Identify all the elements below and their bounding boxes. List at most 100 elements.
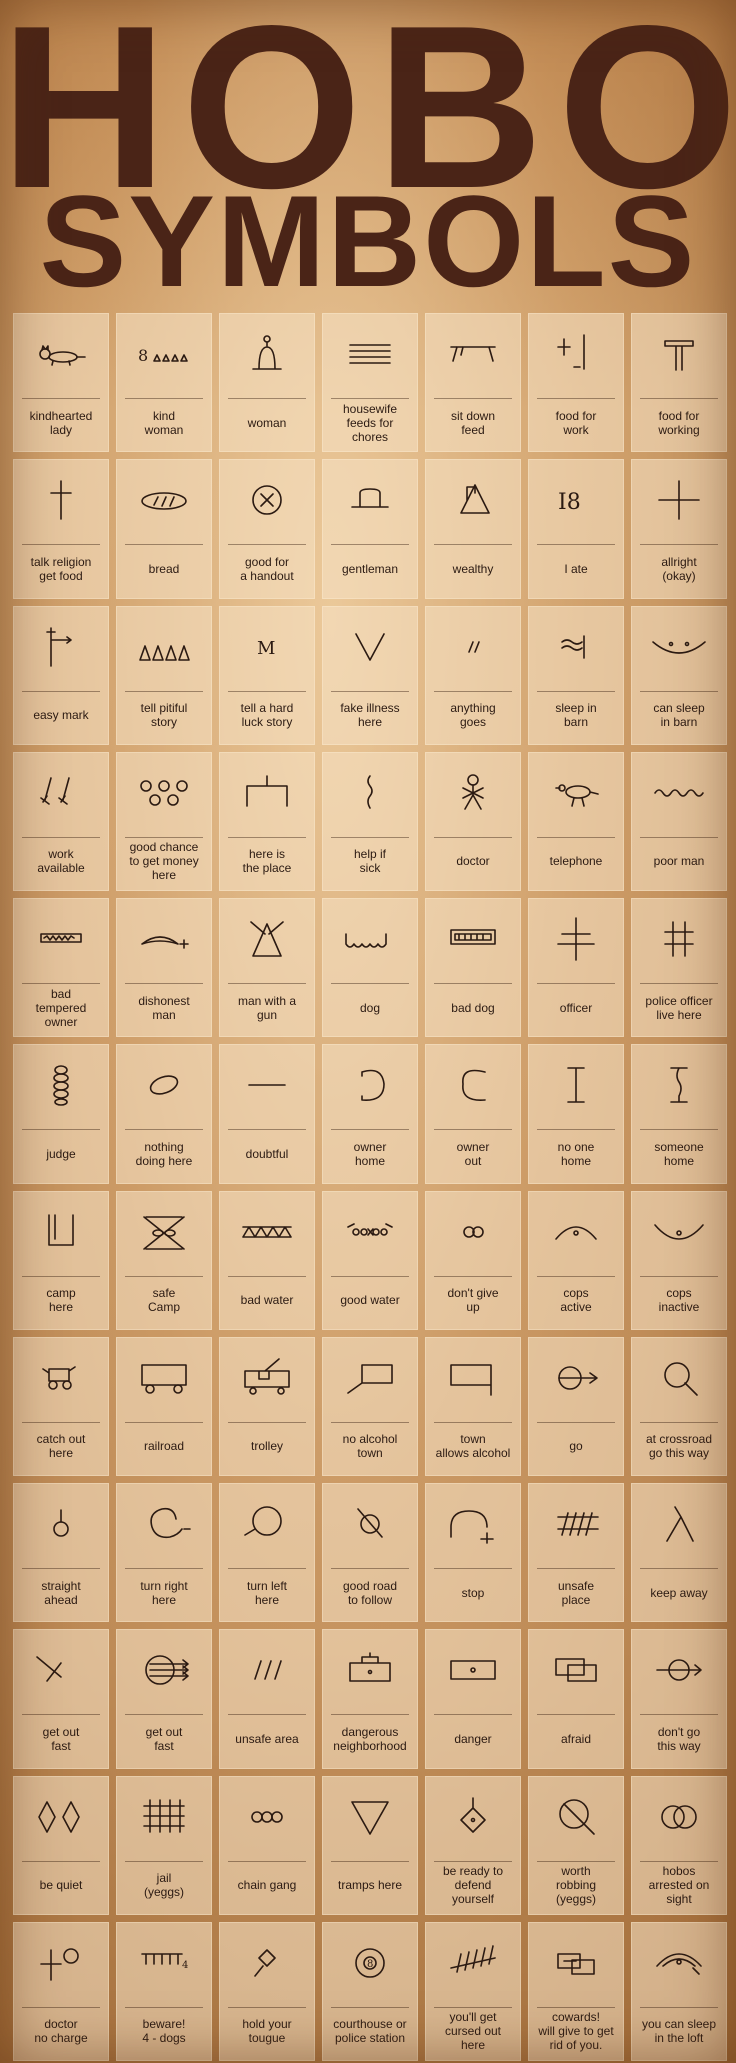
card-divider <box>640 398 718 399</box>
symbol-label: bad water <box>240 1293 294 1308</box>
symbol-label: sleep in barn <box>555 701 597 730</box>
symbol-card: turn right here <box>116 1483 212 1623</box>
symbol-card: safe Camp <box>116 1190 212 1330</box>
symbol-card: good chance to get money here <box>116 751 212 891</box>
circle-arrows-icon <box>117 1638 211 1702</box>
card-divider <box>22 1860 100 1862</box>
squiggle-vertical-icon <box>323 761 417 825</box>
card-divider <box>125 690 203 692</box>
circle-x-icon <box>220 468 314 532</box>
card-divider <box>331 1129 409 1131</box>
circle-tail-icon <box>632 1346 726 1410</box>
oval-icon <box>117 1053 211 1117</box>
cross-circle-icon <box>14 1931 108 1995</box>
symbol-label: worth robbing (yeggs) <box>555 1864 597 1907</box>
symbol-label: here is the place <box>242 847 292 876</box>
symbol-label: safe Camp <box>147 1286 180 1315</box>
symbol-label: good for a handout <box>240 554 294 583</box>
symbol-card: doubtful <box>219 1044 315 1184</box>
symbol-card: woman <box>219 313 315 453</box>
symbol-label: turn left here <box>246 1578 288 1607</box>
symbol-label: bad dog <box>451 1000 495 1015</box>
symbol-card: here is the place <box>219 751 315 891</box>
symbol-card: be quiet <box>13 1775 109 1915</box>
card-divider <box>434 690 512 692</box>
symbol-card: afraid <box>528 1629 624 1769</box>
card-divider <box>125 836 203 838</box>
card-divider <box>228 1129 306 1131</box>
card-divider <box>228 544 306 546</box>
card-divider <box>537 544 615 546</box>
box-slash-icon <box>323 1346 417 1410</box>
symbol-card: owner home <box>322 1044 418 1184</box>
c-shape-icon <box>426 1053 520 1117</box>
symbol-label: telephone <box>549 854 603 869</box>
plus-icon <box>632 468 726 532</box>
arc-dot-icon <box>529 1200 623 1264</box>
symbol-card: go <box>528 1336 624 1476</box>
svg-text:I8: I8 <box>558 490 581 515</box>
post-arrow-icon <box>14 615 108 679</box>
circle-stem-icon <box>14 1492 108 1556</box>
card-divider <box>434 983 512 984</box>
bars-grid-icon <box>117 1785 211 1849</box>
symbol-label: camp here <box>46 1286 76 1315</box>
symbol-card: dangerous neighborhood <box>322 1629 418 1769</box>
card-divider <box>640 2006 718 2008</box>
symbol-card: get out fast <box>13 1629 109 1769</box>
card-divider <box>228 1714 306 1716</box>
bird-icon <box>529 761 623 825</box>
symbol-card: turn left here <box>219 1483 315 1623</box>
four-triangles-icon <box>117 615 211 679</box>
svg-text:8: 8 <box>138 346 148 365</box>
symbol-card: catch out here <box>13 1336 109 1476</box>
symbol-label: kindhearted lady <box>29 408 93 437</box>
symbol-card: telephone <box>528 751 624 891</box>
card-divider <box>228 983 306 984</box>
symbol-label: owner home <box>353 1139 387 1168</box>
card-divider <box>331 544 409 546</box>
symbol-card: don't give up <box>425 1190 521 1330</box>
symbol-label: afraid <box>560 1731 592 1746</box>
ring-left-icon <box>220 1492 314 1556</box>
symbol-card: no one home <box>528 1044 624 1184</box>
symbol-card: help if sick <box>322 751 418 891</box>
three-rings-icon <box>220 1785 314 1849</box>
target-icon: 8 <box>323 1931 417 1995</box>
symbol-card: worth robbing (yeggs) <box>528 1775 624 1915</box>
symbol-label: jail (yeggs) <box>143 1871 184 1900</box>
symbol-label: bad tempered owner <box>35 986 87 1029</box>
symbol-card: fake illness here <box>322 605 418 745</box>
box-dot-icon <box>426 1638 520 1702</box>
card-divider <box>125 544 203 546</box>
hash-icon <box>632 907 726 971</box>
symbol-label: help if sick <box>353 847 387 876</box>
card-divider <box>331 690 409 692</box>
double-slash-icon <box>426 615 520 679</box>
symbol-card: work available <box>13 751 109 891</box>
i-beam-curved-icon <box>632 1053 726 1117</box>
symbol-card: poor man <box>631 751 727 891</box>
symbol-card: get out fast <box>116 1629 212 1769</box>
card-divider <box>537 983 615 984</box>
card-divider <box>228 398 306 399</box>
symbol-card: 4 beware! 4 - dogs <box>116 1921 212 2061</box>
lambda-icon <box>632 1492 726 1556</box>
symbol-label: someone home <box>654 1139 704 1168</box>
symbol-card: you can sleep in the loft <box>631 1921 727 2061</box>
symbol-label: doctor no charge <box>34 2017 88 2046</box>
symbol-card: dog <box>322 898 418 1038</box>
symbol-card: straight ahead <box>13 1483 109 1623</box>
symbol-card: cops inactive <box>631 1190 727 1330</box>
card-divider <box>434 544 512 546</box>
card-divider <box>640 983 718 984</box>
symbol-card: jail (yeggs) <box>116 1775 212 1915</box>
card-divider <box>434 398 512 399</box>
coil-icon <box>14 1053 108 1117</box>
card-divider <box>331 2006 409 2008</box>
symbol-card: hobos arrested on sight <box>631 1775 727 1915</box>
symbol-card: 8 kind woman <box>116 313 212 453</box>
symbol-card: I8 I ate <box>528 459 624 599</box>
symbol-card: man with a gun <box>219 898 315 1038</box>
u-box-icon <box>14 1200 108 1264</box>
